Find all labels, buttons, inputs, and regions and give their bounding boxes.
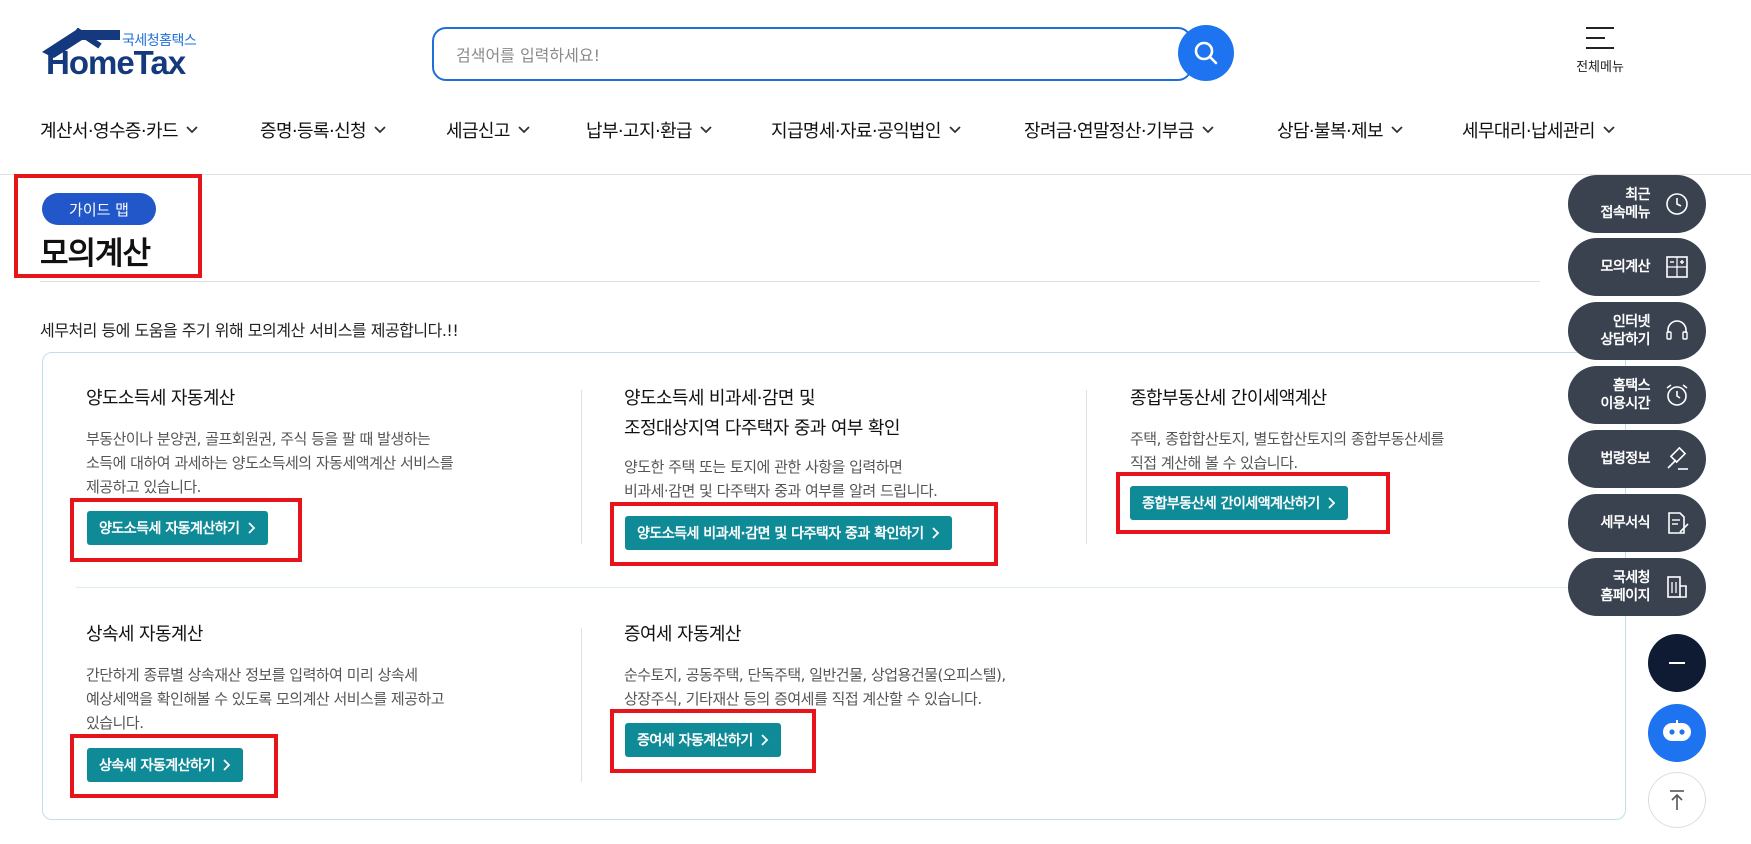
card-title-property-tax: 종합부동산세 간이세액계산 xyxy=(1130,388,1327,409)
nav-item-payment[interactable]: 납부·고지·환급 xyxy=(586,112,771,148)
all-menu-label: 전체메뉴 xyxy=(1576,60,1624,75)
card-desc-inheritance-tax: 간단하게 종류별 상속재산 정보를 입력하여 미리 상속세 예상세액을 확인해볼… xyxy=(86,666,445,732)
nav-item-label: 장려금·연말정산·기부금 xyxy=(1024,121,1194,142)
card-title-inheritance-tax: 상속세 자동계산 xyxy=(86,624,203,645)
hometax-logo[interactable]: 국세청홈택스 HomeTax xyxy=(40,24,210,84)
chevron-right-icon xyxy=(1328,497,1335,509)
quick-label: 홈택스 이용시간 xyxy=(1600,378,1650,412)
nav-item-invoice[interactable]: 계산서·영수증·카드 xyxy=(40,112,260,148)
transfer-exemption-check-button[interactable]: 양도소득세 비과세·감면 및 다주택자 중과 확인하기 xyxy=(625,516,952,550)
chevron-down-icon xyxy=(1391,126,1403,134)
all-menu-button[interactable]: 전체메뉴 xyxy=(1560,24,1640,84)
quick-service-hours[interactable]: 홈택스 이용시간 xyxy=(1568,366,1706,424)
card-title-transfer-exemption: 양도소득세 비과세·감면 및 조정대상지역 다주택자 중과 여부 확인 xyxy=(624,388,900,439)
chevron-down-icon xyxy=(1603,126,1615,134)
chevron-right-icon xyxy=(932,527,939,539)
minus-icon xyxy=(1669,662,1685,664)
chevron-right-icon xyxy=(223,759,231,771)
quick-nts-homepage[interactable]: 국세청 홈페이지 xyxy=(1568,558,1706,616)
card-desc-transfer-tax: 부동산이나 분양권, 골프회원권, 주식 등을 팔 때 발생하는 소득에 대하여… xyxy=(86,430,454,496)
button-label: 상속세 자동계산하기 xyxy=(99,758,215,774)
button-label: 증여세 자동계산하기 xyxy=(637,733,753,749)
guide-map-badge[interactable]: 가이드 맵 xyxy=(42,193,156,225)
nav-item-label: 세무대리·납세관리 xyxy=(1462,121,1595,142)
nav-item-certificate[interactable]: 증명·등록·신청 xyxy=(260,112,446,148)
gift-tax-calc-button[interactable]: 증여세 자동계산하기 xyxy=(625,723,781,757)
nav-item-incentive[interactable]: 장려금·연말정산·기부금 xyxy=(1024,112,1277,148)
button-label: 양도소득세 비과세·감면 및 다주택자 중과 확인하기 xyxy=(637,526,924,542)
nav-item-label: 증명·등록·신청 xyxy=(260,121,367,142)
chevron-down-icon xyxy=(1202,126,1214,134)
quick-label: 법령정보 xyxy=(1600,451,1650,467)
gavel-icon xyxy=(1662,444,1692,474)
nav-item-label: 계산서·영수증·카드 xyxy=(40,121,179,142)
card-desc-transfer-exemption: 양도한 주택 또는 토지에 관한 사항을 입력하면 비과세·감면 및 다주택자 … xyxy=(624,458,938,500)
column-divider xyxy=(581,628,582,782)
chatbot-button[interactable] xyxy=(1648,704,1706,762)
alarm-clock-icon xyxy=(1662,380,1692,410)
button-label: 종합부동산세 간이세액계산하기 xyxy=(1142,496,1320,512)
document-edit-icon xyxy=(1662,508,1692,538)
chevron-down-icon xyxy=(700,126,712,134)
transfer-tax-calc-button[interactable]: 양도소득세 자동계산하기 xyxy=(87,511,268,545)
arrow-up-icon xyxy=(1670,790,1684,810)
page-description: 세무처리 등에 도움을 주기 위해 모의계산 서비스를 제공합니다.!! xyxy=(40,321,459,340)
nav-item-label: 납부·고지·환급 xyxy=(586,121,693,142)
quick-recent-menu[interactable]: 최근 접속메뉴 xyxy=(1568,175,1706,233)
scroll-top-button[interactable] xyxy=(1648,772,1706,828)
search-icon xyxy=(1194,41,1218,65)
calculator-icon xyxy=(1662,252,1692,282)
clock-icon xyxy=(1662,189,1692,219)
nav-item-label: 세금신고 xyxy=(446,121,510,142)
quick-label: 모의계산 xyxy=(1600,259,1650,275)
nav-item-agent[interactable]: 세무대리·납세관리 xyxy=(1462,112,1642,148)
column-divider xyxy=(581,390,582,544)
chatbot-icon xyxy=(1663,720,1691,741)
row-divider xyxy=(76,587,1612,588)
search-input[interactable] xyxy=(456,43,1106,67)
nav-item-statement[interactable]: 지급명세·자료·공익법인 xyxy=(771,112,1024,148)
search-box xyxy=(432,27,1192,81)
nav-item-consult[interactable]: 상담·불복·제보 xyxy=(1277,112,1462,148)
card-desc-property-tax: 주택, 종합합산토지, 별도합산토지의 종합부동산세를 직접 계산해 볼 수 있… xyxy=(1130,430,1444,472)
hamburger-icon xyxy=(1586,27,1614,49)
headset-icon xyxy=(1662,316,1692,346)
chevron-down-icon xyxy=(518,126,530,134)
logo-text: HomeTax xyxy=(46,44,186,81)
nav-item-tax-report[interactable]: 세금신고 xyxy=(446,112,586,148)
search-button[interactable] xyxy=(1178,25,1234,81)
chevron-right-icon xyxy=(247,522,255,534)
quick-label: 인터넷 상담하기 xyxy=(1600,314,1650,348)
nav-item-label: 지급명세·자료·공익법인 xyxy=(771,121,941,142)
building-icon xyxy=(1662,572,1692,602)
chevron-down-icon xyxy=(374,126,386,134)
chevron-down-icon xyxy=(186,126,198,134)
card-title-transfer-tax: 양도소득세 자동계산 xyxy=(86,388,235,409)
quick-law-info[interactable]: 법령정보 xyxy=(1568,430,1706,488)
nav-item-label: 상담·불복·제보 xyxy=(1277,121,1384,142)
inheritance-tax-calc-button[interactable]: 상속세 자동계산하기 xyxy=(87,748,243,782)
quick-mock-calc[interactable]: 모의계산 xyxy=(1568,238,1706,296)
quick-label: 국세청 홈페이지 xyxy=(1600,570,1650,604)
collapse-quick-menu-button[interactable] xyxy=(1648,634,1706,692)
title-divider xyxy=(40,281,1540,282)
quick-label: 최근 접속메뉴 xyxy=(1600,187,1650,221)
page-title: 모의계산 xyxy=(40,236,151,272)
chevron-right-icon xyxy=(761,734,769,746)
property-tax-calc-button[interactable]: 종합부동산세 간이세액계산하기 xyxy=(1130,486,1348,520)
quick-label: 세무서식 xyxy=(1600,515,1650,531)
header-divider xyxy=(0,174,1751,175)
card-desc-gift-tax: 순수토지, 공동주택, 단독주택, 일반건물, 상업용건물(오피스텔), 상장주… xyxy=(624,666,1006,708)
button-label: 양도소득세 자동계산하기 xyxy=(99,521,240,537)
card-title-gift-tax: 증여세 자동계산 xyxy=(624,624,741,645)
main-navigation: 계산서·영수증·카드 증명·등록·신청 세금신고 납부·고지·환급 지급명세·자… xyxy=(40,112,1642,148)
quick-tax-forms[interactable]: 세무서식 xyxy=(1568,494,1706,552)
quick-online-consult[interactable]: 인터넷 상담하기 xyxy=(1568,302,1706,360)
chevron-down-icon xyxy=(949,126,961,134)
column-divider xyxy=(1086,390,1087,544)
